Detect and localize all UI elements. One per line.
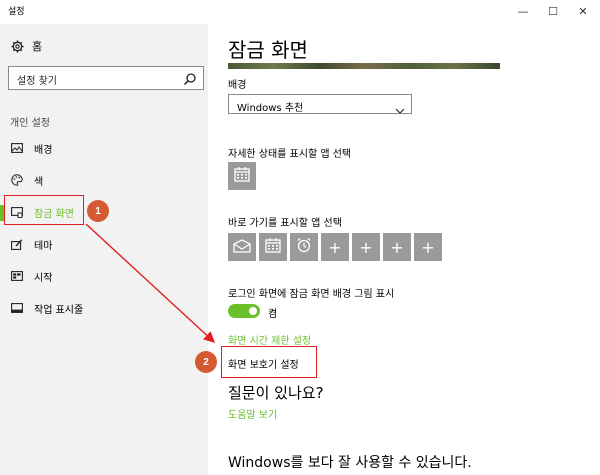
quick-tile-add-3[interactable]: +: [383, 233, 411, 261]
signin-background-toggle[interactable]: [228, 304, 260, 318]
sidebar-item-background[interactable]: 배경: [0, 134, 208, 162]
sidebar: 홈 설정 찾기 개인 설정 배경 색 잠금 화면 테마 시작 작업 표시줄: [0, 24, 208, 475]
detail-app-calendar-tile[interactable]: [228, 162, 256, 190]
step-badge-2: 2: [195, 351, 217, 373]
search-input[interactable]: 설정 찾기: [8, 66, 204, 90]
mail-icon: [233, 238, 251, 257]
calendar-icon: [265, 237, 281, 257]
alarm-icon: [296, 237, 312, 257]
chevron-down-icon: [395, 100, 405, 114]
sidebar-item-label: 작업 표시줄: [34, 304, 84, 316]
signin-background-label: 로그인 화면에 잠금 화면 배경 그림 표시: [228, 289, 395, 300]
highlight-box-screensaver: [221, 346, 317, 378]
sidebar-item-label: 테마: [34, 240, 53, 252]
close-button[interactable]: ✕: [568, 0, 598, 22]
sidebar-item-label: 시작: [34, 272, 53, 284]
quick-tile-calendar[interactable]: [259, 233, 287, 261]
quick-tile-add-1[interactable]: +: [321, 233, 349, 261]
search-placeholder: 설정 찾기: [17, 76, 57, 87]
detail-status-label: 자세한 상태를 표시할 앱 선택: [228, 149, 352, 160]
search-icon[interactable]: [183, 71, 197, 86]
sidebar-item-color[interactable]: 색: [0, 166, 208, 194]
gear-icon: [10, 39, 24, 53]
quick-tile-mail[interactable]: [228, 233, 256, 261]
home-label: 홈: [32, 40, 43, 53]
quick-tile-alarm[interactable]: [290, 233, 318, 261]
picture-icon: [10, 141, 24, 155]
calendar-icon: [234, 166, 250, 186]
section-label-personalization: 개인 설정: [10, 118, 50, 129]
sidebar-item-label: 배경: [34, 144, 53, 156]
page-title: 잠금 화면: [228, 38, 308, 62]
help-link[interactable]: 도움말 보기: [228, 406, 277, 421]
main-panel: 잠금 화면 배경 Windows 추천 자세한 상태를 표시할 앱 선택 바로 …: [208, 24, 600, 475]
quick-access-label: 바로 가기를 표시할 앱 선택: [228, 218, 342, 229]
taskbar-icon: [10, 301, 24, 315]
background-dropdown[interactable]: Windows 추천: [228, 94, 412, 114]
question-heading: 질문이 있나요?: [228, 384, 324, 402]
better-windows-heading: Windows를 보다 잘 사용할 수 있습니다.: [228, 455, 472, 471]
theme-icon: [10, 237, 24, 251]
background-dropdown-value: Windows 추천: [237, 103, 304, 114]
palette-icon: [10, 173, 24, 187]
minimize-button[interactable]: —: [508, 0, 538, 22]
lock-screen-preview: [228, 63, 500, 69]
sidebar-item-start[interactable]: 시작: [0, 262, 208, 290]
screen-timeout-link[interactable]: 화면 시간 제한 설정: [228, 332, 311, 347]
window-title: 설정: [8, 7, 25, 17]
toggle-knob: [249, 307, 257, 315]
maximize-button[interactable]: ☐: [538, 0, 568, 22]
home-nav-item[interactable]: 홈: [10, 38, 42, 54]
title-bar: 설정 — ☐ ✕: [0, 0, 600, 24]
highlight-box-lock-screen: [4, 195, 84, 225]
quick-tile-add-4[interactable]: +: [414, 233, 442, 261]
sidebar-item-label: 색: [34, 176, 44, 188]
sidebar-item-taskbar[interactable]: 작업 표시줄: [0, 294, 208, 322]
sidebar-item-theme[interactable]: 테마: [0, 230, 208, 258]
step-badge-1: 1: [87, 200, 109, 222]
quick-tile-add-2[interactable]: +: [352, 233, 380, 261]
toggle-state-label: 켬: [268, 309, 278, 320]
start-icon: [10, 269, 24, 283]
background-label: 배경: [228, 80, 247, 91]
